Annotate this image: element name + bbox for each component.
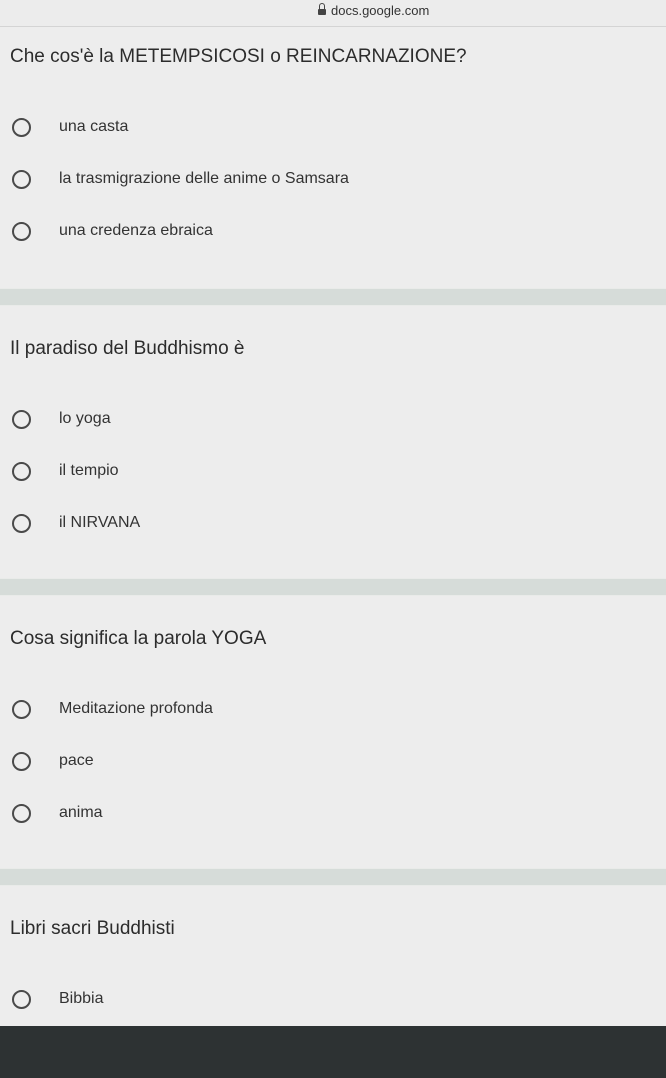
question-title: Cosa significa la parola YOGA bbox=[10, 628, 267, 649]
option-label: il NIRVANA bbox=[59, 514, 141, 531]
radio-button[interactable] bbox=[12, 699, 31, 719]
card-separator bbox=[0, 869, 666, 885]
radio-option[interactable]: il tempio bbox=[10, 456, 119, 486]
radio-button[interactable] bbox=[12, 221, 31, 241]
option-label: il tempio bbox=[59, 462, 119, 479]
radio-button[interactable] bbox=[12, 409, 31, 429]
radio-option[interactable]: una casta bbox=[10, 112, 128, 142]
radio-button[interactable] bbox=[12, 989, 31, 1009]
bottom-bar bbox=[0, 1026, 666, 1078]
radio-option[interactable]: una credenza ebraica bbox=[10, 216, 213, 246]
radio-option[interactable]: la trasmigrazione delle anime o Samsara bbox=[10, 164, 349, 194]
option-label: anima bbox=[59, 804, 103, 821]
option-label: pace bbox=[59, 752, 94, 769]
question-title: Il paradiso del Buddhismo è bbox=[10, 338, 245, 359]
option-label: Meditazione profonda bbox=[59, 700, 213, 717]
option-label: la trasmigrazione delle anime o Samsara bbox=[59, 170, 349, 187]
radio-option[interactable]: il NIRVANA bbox=[10, 508, 140, 538]
radio-button[interactable] bbox=[12, 169, 31, 189]
url-text: docs.google.com bbox=[331, 3, 430, 18]
radio-button[interactable] bbox=[12, 513, 31, 533]
radio-option[interactable]: Bibbia bbox=[10, 984, 103, 1014]
option-label: una credenza ebraica bbox=[59, 222, 213, 239]
lock-icon bbox=[318, 3, 326, 16]
option-label: lo yoga bbox=[59, 410, 111, 427]
radio-button[interactable] bbox=[12, 461, 31, 481]
url-display[interactable]: docs.google.com bbox=[318, 3, 429, 18]
radio-option[interactable]: anima bbox=[10, 798, 103, 828]
radio-button[interactable] bbox=[12, 117, 31, 137]
radio-option[interactable]: lo yoga bbox=[10, 404, 111, 434]
radio-button[interactable] bbox=[12, 803, 31, 823]
question-title: Libri sacri Buddhisti bbox=[10, 918, 175, 939]
radio-button[interactable] bbox=[12, 751, 31, 771]
card-separator bbox=[0, 579, 666, 595]
browser-url-bar[interactable]: docs.google.com bbox=[0, 0, 666, 27]
card-separator bbox=[0, 289, 666, 305]
google-form-page: docs.google.com Che cos'è la METEMPSICOS… bbox=[0, 0, 666, 1078]
question-title: Che cos'è la METEMPSICOSI o REINCARNAZIO… bbox=[10, 46, 467, 67]
radio-option[interactable]: pace bbox=[10, 746, 94, 776]
radio-option[interactable]: Meditazione profonda bbox=[10, 694, 213, 724]
option-label: Bibbia bbox=[59, 990, 104, 1007]
option-label: una casta bbox=[59, 118, 129, 135]
